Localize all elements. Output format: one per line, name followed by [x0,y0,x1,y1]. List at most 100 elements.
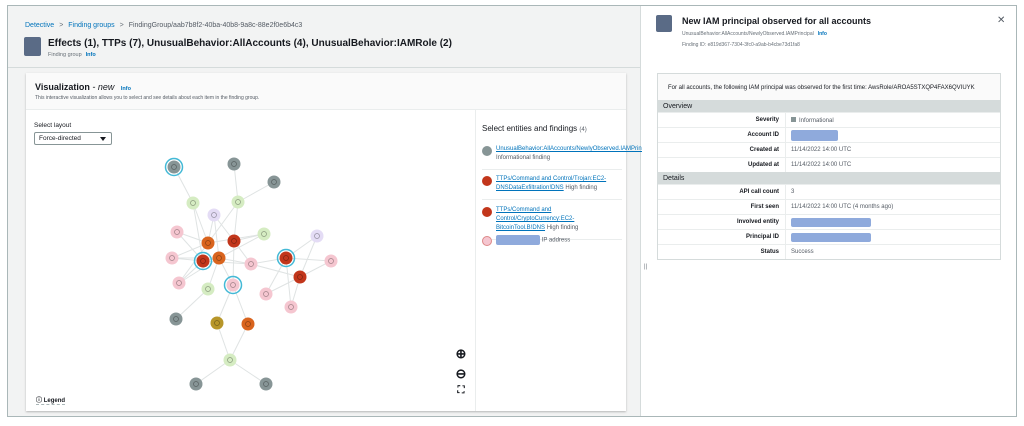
legend-label: Legend [43,398,66,404]
chevron-right-icon: > [119,22,124,29]
graph-node-pink[interactable] [226,278,240,292]
finding-node-icon [482,207,492,217]
graph-node-orange[interactable] [201,236,215,250]
graph-node-pink[interactable] [259,287,273,301]
redacted-involved-entity[interactable] [791,217,871,227]
row-status: Status Success [658,244,1000,259]
finding-id-value: e819d367-7304-3fc0-a9ab-b4cbe73d1fa8 [707,42,800,48]
entity-kind: Informational finding [496,155,551,161]
graph-node-green[interactable] [257,227,271,241]
graph-node-pink[interactable] [165,251,179,265]
row-key: Created at [658,143,786,157]
info-link[interactable]: Info [86,52,96,58]
chevron-right-icon: > [59,22,64,29]
info-circle-icon: ⓘ [36,398,43,404]
graph-node-orange[interactable] [212,251,226,265]
entity-kind: IP address [541,237,571,244]
graph-node-gray[interactable] [267,175,281,189]
entity-item[interactable]: UnusualBehavior:AllAccounts/NewlyObserve… [482,145,654,170]
severity-icon [791,116,796,122]
graph-node-pink[interactable] [284,300,298,314]
severity-value: Informational [799,117,834,124]
redacted-ip[interactable] [496,235,540,245]
legend-button[interactable]: ⓘ Legend [36,395,66,405]
ip-address-node-icon [482,236,492,246]
graph-node-gray[interactable] [259,377,273,391]
entity-item[interactable]: TTPs/Command and Control/Trojan:EC2-DNSD… [482,175,622,200]
graph-node-gray[interactable] [227,157,241,171]
graph-canvas[interactable] [26,73,475,411]
entity-link[interactable]: UnusualBehavior:AllAccounts/NewlyObserve… [496,146,654,152]
graph-edge [175,288,209,320]
breadcrumb-finding-groups[interactable]: Finding groups [68,22,114,29]
entity-item[interactable]: IP address [482,235,622,252]
graph-edge [232,240,235,286]
finding-group-page: Detective > Finding groups > FindingGroup/aa… [8,6,654,416]
graph-edge [285,257,332,262]
finding-type: UnusualBehavior:AllAccounts/NewlyObserve… [682,31,827,37]
row-involved-entity: Involved entity [658,214,1000,229]
subtitle-text: Finding group [48,52,82,58]
finding-type-text: UnusualBehavior:AllAccounts/NewlyObserve… [682,31,814,37]
entities-count: (4) [579,127,587,133]
graph-node-pink[interactable] [324,254,338,268]
graph-node-red[interactable] [279,251,293,265]
graph-node-pink[interactable] [170,225,184,239]
graph-node-gray[interactable] [169,312,183,326]
fit-to-screen-icon[interactable]: ⛶ [454,385,468,396]
graph-node-green[interactable] [223,353,237,367]
row-value: Success [791,249,814,255]
graph-node-red[interactable] [293,270,307,284]
row-account-id: Account ID [658,127,1000,142]
entities-heading: Select entities and findings (4) [482,124,587,133]
breadcrumb: Detective > Finding groups > FindingGroup/aa… [25,22,302,29]
breadcrumb-current: FindingGroup/aab7b8f2-40ba-40b8-9a8c-88e… [128,22,303,29]
graph-node-pink[interactable] [244,257,258,271]
zoom-in-icon[interactable]: ⊕ [454,346,468,362]
page-title: Effects (1), TTPs (7), UnusualBehavior:A… [48,38,452,49]
finding-id-label: Finding ID: [682,42,707,48]
graph-node-green[interactable] [231,195,245,209]
row-severity: Severity Informational [658,112,1000,127]
row-principal-id: Principal ID [658,229,1000,244]
row-value [786,232,871,242]
resize-handle[interactable]: || [644,264,647,270]
graph-node-gray[interactable] [167,160,181,174]
redacted-account-id[interactable] [791,129,838,141]
row-key: API call count [658,185,786,199]
graph-node-purple[interactable] [310,229,324,243]
row-value: 11/14/2022 14:00 UTC [791,147,852,153]
row-key: Principal ID [658,230,786,244]
finding-details-panel: || New IAM principal observed for all ac… [642,6,1016,416]
close-icon[interactable]: ✕ [997,15,1005,26]
entity-kind: High finding [565,185,598,191]
redacted-principal-id[interactable] [791,232,871,242]
row-key: Status [658,245,786,259]
zoom-out-icon[interactable]: ⊖ [454,366,468,382]
graph-node-olive[interactable] [210,316,224,330]
row-created-at: Created at 11/14/2022 14:00 UTC [658,142,1000,157]
divider [8,67,641,68]
info-link[interactable]: Info [818,31,827,37]
finding-node-icon [482,146,492,156]
row-key: Updated at [658,158,786,172]
row-value [786,129,838,141]
breadcrumb-detective[interactable]: Detective [25,22,54,29]
row-value: 11/14/2022 14:00 UTC (4 months ago) [791,204,894,210]
window-frame: Detective > Finding groups > FindingGroup/aa… [7,5,1017,417]
details-header: Details [658,172,1000,184]
graph-node-green[interactable] [201,282,215,296]
finding-id: Finding ID: e819d367-7304-3fc0-a9ab-b4cb… [682,42,800,48]
divider [475,110,476,411]
graph-node-pink[interactable] [172,276,186,290]
overview-header: Overview [658,100,1000,112]
row-key: Severity [658,113,786,127]
entities-title: Select entities and findings [482,124,578,133]
graph-node-red[interactable] [196,254,210,268]
row-key: First seen [658,200,786,214]
graph-node-purple[interactable] [207,208,221,222]
graph-node-red[interactable] [227,234,241,248]
graph-node-green[interactable] [186,196,200,210]
graph-node-gray[interactable] [189,377,203,391]
graph-node-orange[interactable] [241,317,255,331]
